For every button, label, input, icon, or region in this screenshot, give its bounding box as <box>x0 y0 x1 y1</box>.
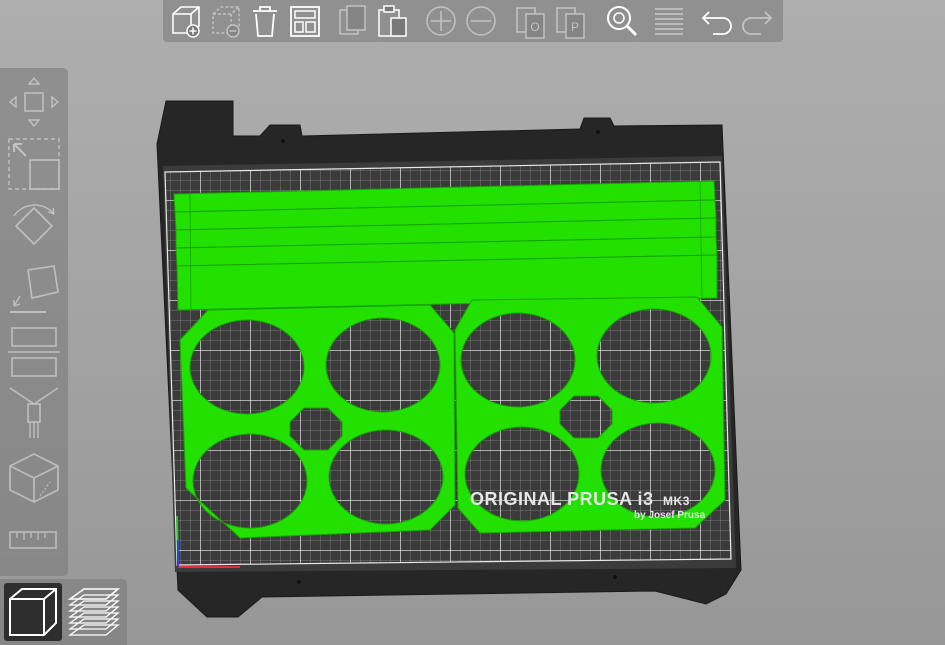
bed-label: ORIGINAL PRUSA i3 MK3 <box>470 489 690 510</box>
split-to-parts-icon[interactable]: P <box>553 2 589 40</box>
3d-view-icon[interactable] <box>4 583 62 641</box>
3d-scene[interactable] <box>0 0 945 645</box>
delete-all-icon[interactable] <box>247 2 283 40</box>
svg-text:P: P <box>571 20 579 34</box>
svg-text:O: O <box>530 20 539 34</box>
add-instance-icon[interactable] <box>423 2 459 40</box>
bed-label-sub: by Josef Prusa <box>634 510 706 521</box>
paint-supports-icon[interactable] <box>6 384 62 440</box>
top-toolbar: O P <box>163 0 783 42</box>
add-icon[interactable] <box>167 2 203 40</box>
view-toolbar <box>0 579 127 645</box>
paste-icon[interactable] <box>375 2 411 40</box>
delete-icon[interactable] <box>207 2 243 40</box>
scale-icon[interactable] <box>6 136 62 192</box>
left-toolbar <box>0 68 68 576</box>
undo-icon[interactable] <box>699 2 735 40</box>
remove-instance-icon[interactable] <box>463 2 499 40</box>
bed-label-model: MK3 <box>663 494 690 508</box>
bed-label-name: ORIGINAL PRUSA i3 <box>470 489 654 509</box>
measure-icon[interactable] <box>6 526 62 556</box>
arrange-icon[interactable] <box>287 2 323 40</box>
move-icon[interactable] <box>6 74 62 130</box>
preview-icon[interactable] <box>66 583 124 641</box>
copy-icon[interactable] <box>335 2 371 40</box>
place-on-face-icon[interactable] <box>6 260 62 316</box>
split-to-objects-icon[interactable]: O <box>513 2 549 40</box>
cut-icon[interactable] <box>6 322 62 378</box>
search-icon[interactable] <box>603 2 639 40</box>
strip-objects[interactable] <box>173 180 718 311</box>
bed-hole <box>297 580 301 584</box>
layers-editing-icon[interactable] <box>651 2 687 40</box>
bed-hole <box>596 130 600 134</box>
seam-painting-icon[interactable] <box>6 450 62 506</box>
redo-icon[interactable] <box>739 2 775 40</box>
rotate-icon[interactable] <box>6 198 62 254</box>
bed-hole <box>281 139 285 143</box>
bed-hole <box>613 575 617 579</box>
